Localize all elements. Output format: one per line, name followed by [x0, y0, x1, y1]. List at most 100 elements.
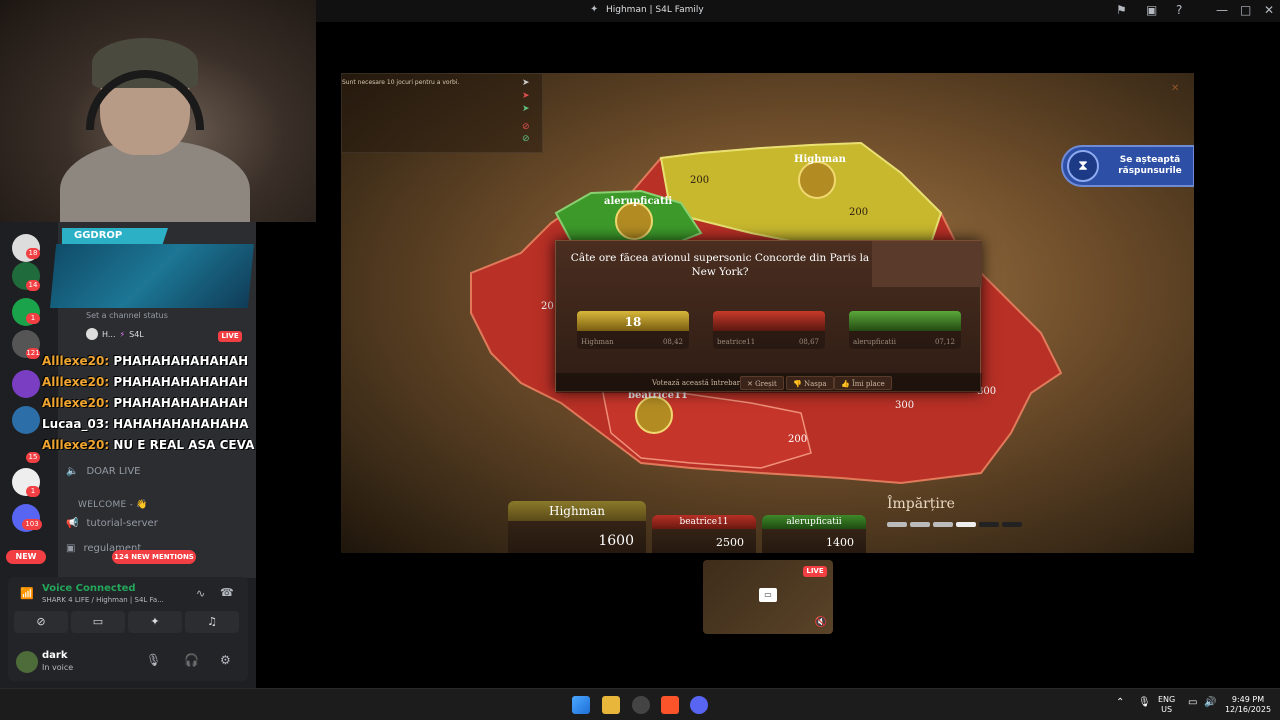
- volume-icon[interactable]: 🔊: [1204, 698, 1216, 708]
- user-name[interactable]: dark: [42, 650, 68, 661]
- vote-bad-button[interactable]: 👎 Naspa: [786, 376, 834, 390]
- server-badge: 18: [26, 248, 40, 259]
- server-icon[interactable]: [12, 406, 40, 434]
- voice-panel: 📶 Voice Connected SHARK 4 LIFE / Highman…: [8, 577, 248, 681]
- channel-tutorial-server[interactable]: 📢 tutorial-server: [66, 518, 158, 529]
- round-indicator: [910, 522, 930, 527]
- avatar: [86, 328, 98, 340]
- megaphone-icon: 📢: [66, 518, 79, 529]
- camera-button[interactable]: ⊘: [14, 611, 68, 633]
- send-icon[interactable]: ➤: [522, 104, 542, 114]
- territory-value: 200: [849, 207, 869, 218]
- ggdrop-banner: GGDROP: [62, 228, 168, 244]
- send-icon[interactable]: ➤: [522, 91, 542, 101]
- brave-browser-icon[interactable]: [661, 696, 679, 714]
- player-score: 1400: [826, 536, 854, 549]
- answer-player: Highman: [581, 338, 614, 346]
- inbox-icon[interactable]: ▣: [1146, 3, 1157, 17]
- headphones-icon[interactable]: 🎧: [184, 653, 199, 667]
- vote-label: Votează această întrebare:: [652, 379, 747, 387]
- file-explorer-icon[interactable]: [602, 696, 620, 714]
- avatar[interactable]: [16, 651, 38, 673]
- server-badge: 1: [26, 486, 40, 497]
- close-icon[interactable]: ✕: [1264, 3, 1274, 17]
- chevron-up-icon[interactable]: ⌃: [1116, 698, 1124, 708]
- language-indicator[interactable]: ENG US: [1158, 695, 1175, 715]
- castle-icon: [615, 202, 653, 240]
- answer-card: alerupficatii 07,12: [849, 311, 961, 349]
- network-icon[interactable]: ▭: [1188, 698, 1197, 708]
- webcam-overlay: [0, 0, 316, 222]
- activities-button[interactable]: ✦: [128, 611, 182, 633]
- round-indicator: [956, 522, 976, 527]
- answer-time: 07,12: [934, 338, 955, 346]
- stream-row[interactable]: H... ⚡ S4L: [86, 328, 144, 340]
- player-score: 1600: [598, 533, 634, 549]
- voice-channel-name[interactable]: SHARK 4 LIFE / Highman | S4L Fa...: [42, 596, 164, 604]
- windows-start-icon[interactable]: [572, 696, 590, 714]
- microphone-icon[interactable]: 🎙: [146, 653, 161, 667]
- discord-icon[interactable]: [690, 696, 708, 714]
- hourglass-icon: ⧗: [1067, 150, 1099, 182]
- disconnect-icon[interactable]: ☎: [220, 586, 234, 599]
- question-text: Câte ore făcea avionul supersonic Concor…: [570, 252, 870, 278]
- screen-icon: ▭: [759, 588, 777, 602]
- server-badge: 15: [26, 452, 40, 463]
- server-icon[interactable]: [12, 370, 40, 398]
- territory-value: 300: [895, 400, 915, 411]
- category-welcome[interactable]: WELCOME - 👋: [78, 500, 148, 510]
- new-mentions-pill[interactable]: 124 NEW MENTIONS: [112, 550, 196, 564]
- round-indicator: [1002, 522, 1022, 527]
- castle-icon: [798, 161, 836, 199]
- thumbs-down-icon: 👎: [793, 380, 804, 388]
- vote-wrong-button[interactable]: ✕ Greșit: [740, 376, 784, 390]
- help-icon[interactable]: ?: [1176, 3, 1182, 17]
- minimize-icon[interactable]: —: [1216, 3, 1228, 17]
- map-label: alerupficatii: [604, 196, 673, 207]
- territory-value: 200: [690, 175, 710, 186]
- clock[interactable]: 9:49 PM 12/16/2025: [1222, 695, 1274, 715]
- player-panel: beatrice11 2500: [652, 515, 756, 553]
- flag-icon[interactable]: ⚑: [1116, 3, 1127, 17]
- mute-icon[interactable]: 🔇: [815, 617, 827, 628]
- taskbar: ⌃ 🎙 ENG US ▭ 🔊 9:49 PM 12/16/2025: [0, 688, 1280, 720]
- player-name: alerupficatii: [786, 517, 842, 527]
- answer-card: beatrice11 08,67: [713, 311, 825, 349]
- app-icon[interactable]: [632, 696, 650, 714]
- answer-time: 08,42: [662, 338, 683, 346]
- screen-share-button[interactable]: ▭: [71, 611, 125, 633]
- round-indicator: [887, 522, 907, 527]
- server-banner: [50, 244, 254, 308]
- channel-doar-live[interactable]: 🔈 DOAR LIVE: [66, 466, 141, 477]
- maximize-icon[interactable]: □: [1240, 3, 1251, 17]
- send-icon[interactable]: ➤: [522, 78, 542, 88]
- block-icon[interactable]: ⊘: [522, 134, 542, 144]
- soundboard-button[interactable]: ♫: [185, 611, 239, 633]
- signal-icon: 📶: [20, 587, 34, 600]
- gear-icon[interactable]: ⚙: [220, 653, 231, 667]
- noise-suppression-icon[interactable]: ∿: [196, 587, 205, 600]
- new-pill[interactable]: NEW: [6, 550, 46, 564]
- vote-row: Votează această întrebare: ✕ Greșit 👎 Na…: [556, 373, 982, 393]
- stream-preview[interactable]: LIVE ▭ 🔇: [703, 560, 833, 634]
- player-panel: alerupficatii 1400: [762, 515, 866, 553]
- stream-tag: S4L: [129, 329, 144, 339]
- close-icon[interactable]: ✕: [1171, 83, 1179, 94]
- player-panel: Highman 1600: [508, 501, 646, 553]
- player-score: 2500: [716, 536, 744, 549]
- block-icon[interactable]: ⊘: [522, 122, 542, 132]
- player-name: beatrice11: [679, 517, 729, 527]
- waiting-text: Se așteaptă răspunsurile: [1118, 155, 1182, 176]
- voice-connected-title[interactable]: Voice Connected: [42, 583, 136, 594]
- server-badge: 103: [22, 519, 42, 530]
- microphone-icon[interactable]: 🎙: [1138, 698, 1151, 708]
- question-panel: Câte ore făcea avionul supersonic Concor…: [555, 240, 982, 393]
- chat-message: Alllexe20: NU E REAL ASA CEVA: [42, 438, 255, 452]
- set-channel-status[interactable]: Set a channel status: [86, 311, 168, 320]
- vote-like-button[interactable]: 👍 Îmi place: [834, 376, 892, 390]
- territory-value: 200: [788, 434, 808, 445]
- game-chat-box[interactable]: Sunt necesare 10 jocuri pentru a vorbi. …: [341, 73, 543, 153]
- server-badge: 1: [26, 313, 40, 324]
- player-name: Highman: [549, 504, 605, 518]
- discord-sidebar: 18 14 1 121 15 1 103 NEW GGDROP Set a ch…: [0, 222, 256, 688]
